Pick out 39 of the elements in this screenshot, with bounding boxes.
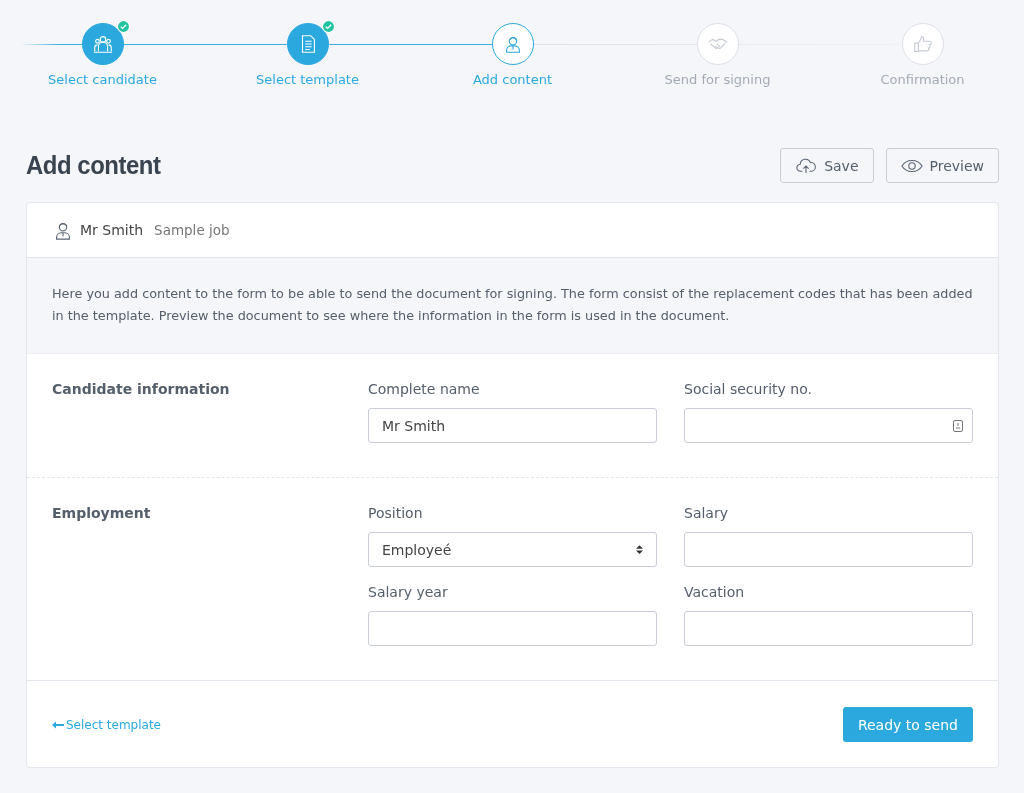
- check-badge-icon: [116, 20, 130, 33]
- input-field[interactable]: [684, 532, 973, 567]
- section-title: Employment: [52, 505, 152, 523]
- field-label: Salary: [684, 505, 729, 521]
- field-label: Vacation: [684, 584, 746, 600]
- section-title: Candidate information: [52, 381, 231, 399]
- sort-caret-icon: [636, 544, 643, 555]
- step-label[interactable]: Confirmation: [880, 72, 965, 87]
- field-label: Salary year: [368, 584, 449, 600]
- step-label[interactable]: Send for signing: [664, 72, 771, 87]
- step-label[interactable]: Add content: [472, 72, 553, 87]
- step-circle[interactable]: [286, 23, 329, 65]
- input-field[interactable]: [684, 611, 973, 646]
- step-circle[interactable]: [81, 23, 124, 65]
- candidate-name: Mr Smith: [80, 222, 144, 238]
- save-button[interactable]: Save: [780, 148, 874, 183]
- id-card-icon: [953, 419, 963, 432]
- field-label: Complete name: [368, 381, 481, 397]
- step-label[interactable]: Select template: [256, 72, 359, 87]
- back-link[interactable]: Select template: [52, 717, 161, 732]
- cloud-upload-icon: [795, 157, 818, 174]
- preview-button[interactable]: Preview: [885, 148, 999, 183]
- people-icon: [91, 33, 114, 55]
- input-field[interactable]: [684, 408, 973, 443]
- eye-icon: [900, 157, 923, 174]
- input-field[interactable]: Mr Smith: [368, 408, 657, 443]
- intro-text: Here you add content to the form to be able to send the document for signing. The form consist of the replacement codes that has been added in the template. Preview the document to see where the information in the form is used in the document.: [52, 285, 973, 325]
- step-label[interactable]: Select candidate: [48, 72, 157, 87]
- field-label: Position: [368, 505, 424, 521]
- job-title: Sample job: [154, 222, 230, 238]
- input-field[interactable]: [368, 611, 657, 646]
- check-badge-icon: [321, 20, 335, 33]
- thumbs-up-icon: [911, 33, 934, 55]
- step-circle[interactable]: [491, 23, 534, 65]
- ready-to-send-button[interactable]: Ready to send: [842, 707, 973, 742]
- page-title: Add content: [26, 150, 161, 181]
- position-select[interactable]: Employeé: [368, 532, 657, 567]
- arrow-left-icon: [52, 720, 64, 729]
- field-label: Social security no.: [684, 381, 813, 397]
